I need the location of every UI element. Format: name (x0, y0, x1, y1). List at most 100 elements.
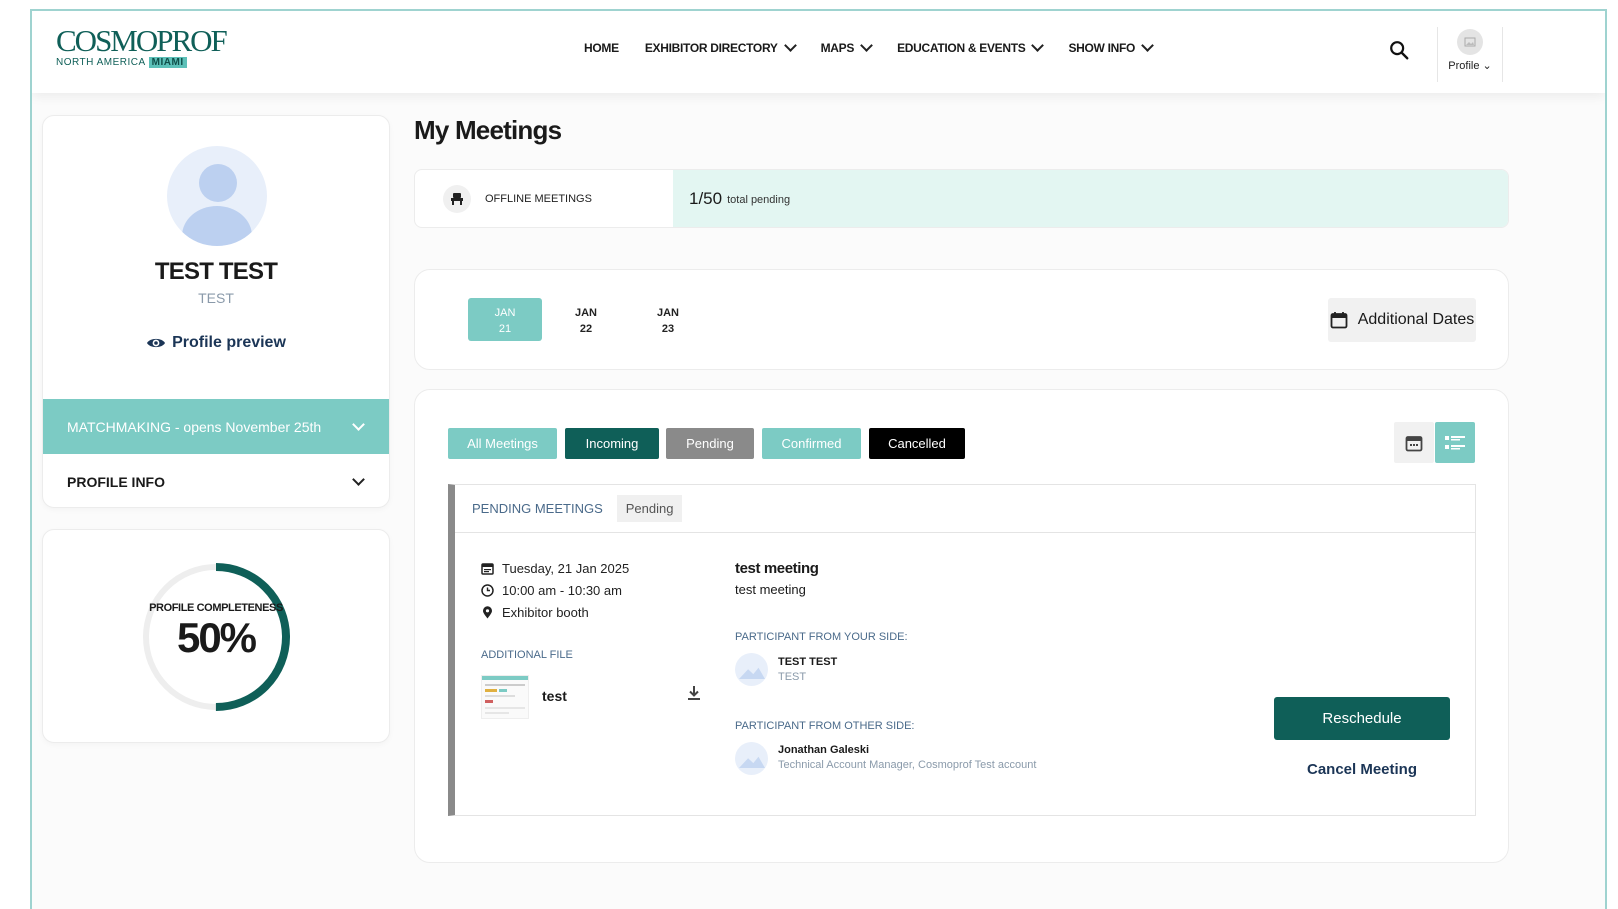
chevron-down-icon (1031, 39, 1045, 52)
filter-pending[interactable]: Pending (666, 428, 754, 459)
completeness-label: PROFILE COMPLETENESS (149, 602, 283, 614)
list-icon (1445, 435, 1465, 449)
nav-home-label: HOME (584, 41, 619, 55)
date-tab-day: 21 (498, 323, 512, 335)
profile-label-text: Profile (1448, 60, 1480, 72)
image-placeholder-icon (739, 756, 765, 768)
download-icon[interactable] (687, 685, 701, 701)
profile-info-accordion[interactable]: PROFILE INFO (43, 454, 389, 507)
participant-avatar (735, 742, 768, 775)
filter-confirmed[interactable]: Confirmed (762, 428, 861, 459)
nav-education-events[interactable]: EDUCATION & EVENTS (897, 39, 1045, 55)
meeting-location: Exhibitor booth (481, 605, 589, 620)
search-icon[interactable] (1388, 39, 1410, 61)
profile-preview-link[interactable]: Profile preview (43, 334, 389, 352)
date-selector-card: JAN 21 JAN 22 JAN 23 Additional Dates (414, 269, 1509, 370)
profile-preview-label: Profile preview (172, 334, 286, 351)
date-tab-month: JAN (494, 307, 516, 319)
list-view-button[interactable] (1435, 422, 1475, 463)
filter-label: Confirmed (781, 436, 842, 451)
meetings-list-card: All Meetings Incoming Pending Confirmed … (414, 389, 1509, 863)
date-tab-jan-23[interactable]: JAN 23 (631, 298, 705, 341)
calendar-view-button[interactable] (1394, 422, 1434, 463)
clock-icon (481, 584, 494, 597)
chair-icon (443, 184, 471, 213)
avatar-head (199, 164, 237, 202)
cosmoprof-logo[interactable]: COSMOPROF NORTH AMERICA MIAMI (56, 23, 228, 68)
date-tab-month: JAN (656, 307, 679, 319)
participant-your-side-label: PARTICIPANT FROM YOUR SIDE: (735, 631, 908, 643)
meeting-time-text: 10:00 am - 10:30 am (502, 583, 622, 598)
meeting-date-text: Tuesday, 21 Jan 2025 (502, 561, 630, 576)
offline-meetings-label: OFFLINE MEETINGS (485, 192, 592, 205)
page-title: My Meetings (414, 115, 562, 145)
image-placeholder-icon (739, 667, 765, 679)
additional-file-label: ADDITIONAL FILE (481, 649, 573, 661)
participant-your-subtitle: TEST (778, 671, 807, 683)
date-tab-day: 22 (579, 323, 593, 335)
profile-avatar (1457, 29, 1483, 55)
meeting-section-title: PENDING MEETINGS (472, 501, 603, 516)
eye-icon (147, 338, 166, 348)
participant-other-side-label: PARTICIPANT FROM OTHER SIDE: (735, 720, 915, 732)
date-tab-jan-21[interactable]: JAN 21 (468, 298, 542, 341)
additional-dates-label: Additional Dates (1357, 311, 1475, 328)
date-tab-day: 23 (661, 323, 675, 335)
nav-maps[interactable]: MAPS (820, 39, 873, 55)
nav-show-info-label: SHOW INFO (1068, 41, 1136, 55)
calendar-icon (1330, 312, 1348, 329)
meeting-description: test meeting (735, 582, 806, 597)
main-nav: HOME EXHIBITOR DIRECTORY MAPS EDUCATION … (584, 39, 1154, 55)
meeting-item: PENDING MEETINGS Pending Tuesday, 21 Jan… (448, 484, 1476, 816)
participant-other-subtitle: Technical Account Manager, Cosmoprof Tes… (778, 759, 1037, 771)
profile-completeness-card: PROFILE COMPLETENESS 50% (42, 529, 390, 743)
meeting-panel-header: PENDING MEETINGS Pending (455, 485, 1475, 533)
meeting-location-text: Exhibitor booth (502, 605, 589, 620)
calendar-icon (481, 563, 494, 575)
user-name: TEST TEST (154, 258, 278, 285)
date-tab-jan-22[interactable]: JAN 22 (549, 298, 623, 341)
chevron-down-icon (783, 39, 797, 52)
chevron-down-icon (1141, 39, 1154, 52)
nav-show-info[interactable]: SHOW INFO (1068, 39, 1154, 55)
matchmaking-accordion[interactable]: MATCHMAKING - opens November 25th (43, 399, 389, 454)
filter-incoming[interactable]: Incoming (565, 428, 659, 459)
matchmaking-label: MATCHMAKING - opens November 25th (67, 418, 322, 435)
participant-your-name: TEST TEST (778, 656, 838, 668)
nav-home[interactable]: HOME (584, 41, 619, 55)
nav-maps-label: MAPS (820, 41, 855, 55)
profile-menu[interactable]: Profile ⌄ (1437, 27, 1503, 82)
filter-label: Incoming (585, 436, 639, 451)
user-subtitle: TEST (198, 290, 234, 306)
completeness-text: PROFILE COMPLETENESS 50% (141, 602, 291, 662)
status-badge: Pending (616, 495, 683, 522)
filter-all-meetings[interactable]: All Meetings (448, 428, 557, 459)
profile-menu-label: Profile ⌄ (1448, 60, 1492, 72)
participant-avatar (735, 653, 768, 686)
additional-dates-button[interactable]: Additional Dates (1328, 298, 1476, 342)
logo-wordmark: COSMOPROF (56, 23, 228, 58)
logo-region: NORTH AMERICA (56, 57, 146, 68)
image-placeholder-icon (1464, 37, 1476, 47)
logo-subline: NORTH AMERICA MIAMI (56, 57, 226, 68)
cancel-meeting-link[interactable]: Cancel Meeting (1274, 761, 1450, 778)
pending-text: total pending (727, 194, 791, 206)
filter-label: Cancelled (888, 436, 946, 451)
filter-cancelled[interactable]: Cancelled (869, 428, 965, 459)
meeting-date: Tuesday, 21 Jan 2025 (481, 561, 629, 576)
reschedule-button[interactable]: Reschedule (1274, 697, 1450, 740)
file-thumbnail[interactable] (481, 675, 529, 719)
offline-meetings-label-area: OFFLINE MEETINGS (415, 170, 673, 227)
filter-label: All Meetings (467, 436, 538, 451)
nav-education-events-label: EDUCATION & EVENTS (897, 41, 1026, 55)
app-frame: COSMOPROF NORTH AMERICA MIAMI HOME EXHIB… (30, 9, 1607, 909)
nav-exhibitor-directory-label: EXHIBITOR DIRECTORY (644, 41, 778, 55)
profile-card: TEST TEST TEST Profile preview MATCHMAKI… (42, 115, 390, 508)
profile-info-label: PROFILE INFO (67, 473, 165, 490)
avatar-body (182, 206, 252, 246)
nav-exhibitor-directory[interactable]: EXHIBITOR DIRECTORY (644, 39, 797, 55)
avatar (167, 146, 267, 246)
location-pin-icon (483, 606, 492, 619)
file-name[interactable]: test (542, 688, 567, 704)
chevron-down-icon (352, 472, 365, 486)
